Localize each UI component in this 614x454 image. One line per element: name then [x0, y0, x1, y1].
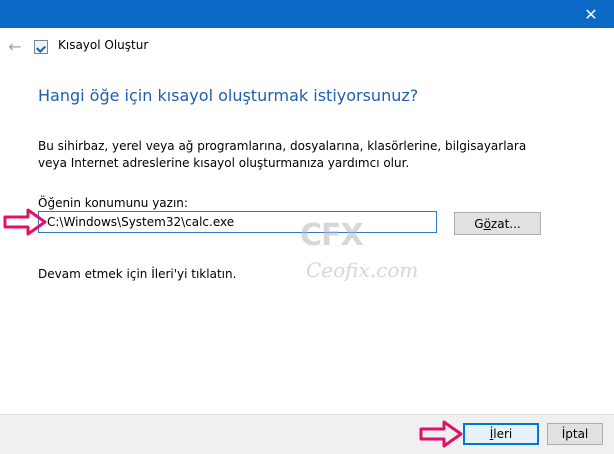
next-button[interactable]: İleri — [463, 423, 539, 445]
page-heading: Hangi öğe için kısayol oluşturmak istiyo… — [38, 86, 419, 105]
window-title: Kısayol Oluştur — [58, 38, 149, 52]
close-button[interactable]: ✕ — [568, 0, 614, 28]
next-hint-text: Devam etmek için İleri'yi tıklatın. — [38, 267, 237, 281]
shortcut-icon — [34, 40, 48, 54]
annotation-arrow-icon — [3, 208, 47, 236]
watermark: CFX Ceofix.com — [300, 218, 418, 288]
window-top-strip: ✕ — [0, 0, 614, 28]
browse-label-accesskey: ö — [483, 216, 491, 231]
watermark-logo: CFX — [300, 218, 364, 253]
location-label: Öğenin konumunu yazın: — [38, 196, 188, 210]
wizard-description: Bu sihirbaz, yerel veya ağ programlarına… — [38, 139, 527, 170]
cancel-label: İptal — [561, 427, 589, 441]
back-arrow-icon: ← — [8, 36, 22, 56]
back-button[interactable]: ← — [5, 36, 25, 56]
next-label-post: leri — [493, 427, 513, 441]
browse-button[interactable]: Gö zat... — [454, 212, 541, 235]
annotation-arrow-icon — [419, 420, 463, 448]
cancel-button[interactable]: İptal — [547, 423, 603, 445]
close-icon: ✕ — [584, 4, 598, 24]
browse-label-post: zat... — [490, 216, 521, 231]
watermark-text: Ceofix.com — [306, 258, 419, 282]
browse-label-pre: G — [474, 216, 484, 231]
